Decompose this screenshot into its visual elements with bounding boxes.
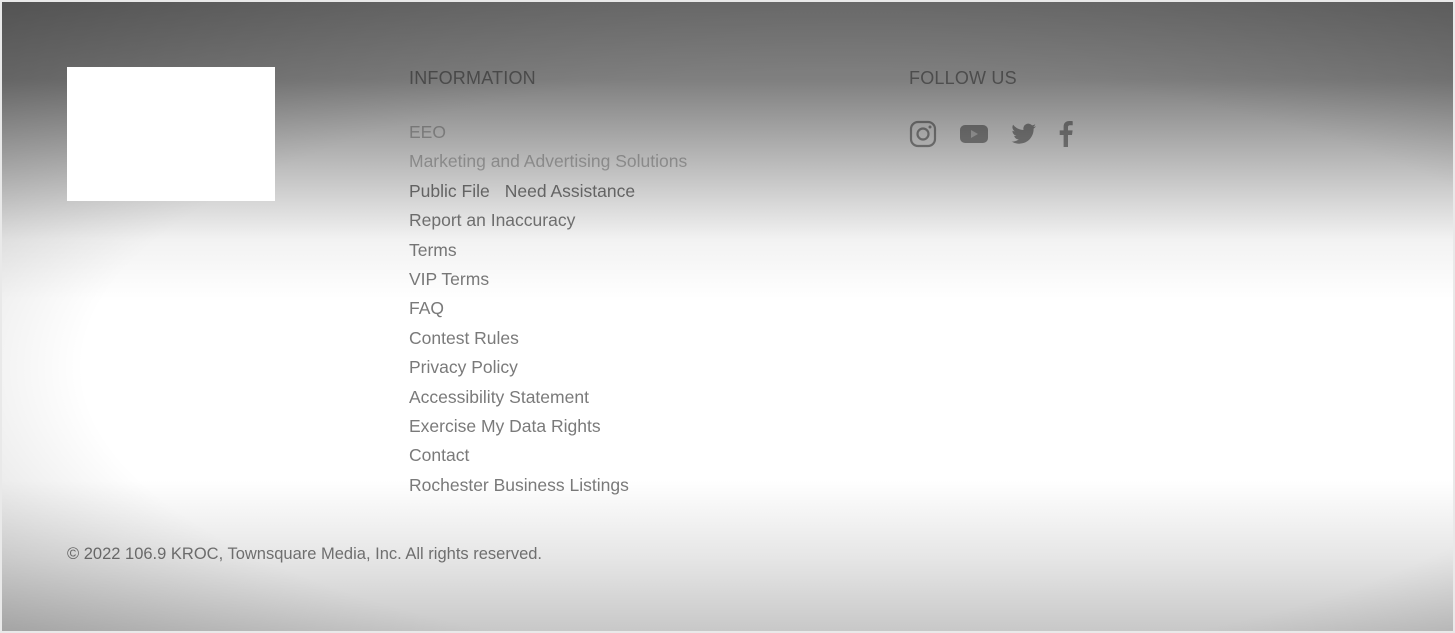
eeo-link[interactable]: EEO — [409, 122, 446, 142]
site-footer: INFORMATION FOLLOW US EEO Marketing and … — [0, 0, 1455, 633]
need-assistance-link[interactable]: Need Assistance — [505, 181, 635, 201]
contest-rules-link[interactable]: Contest Rules — [409, 328, 519, 348]
station-logo[interactable] — [67, 67, 275, 201]
report-inaccuracy-link[interactable]: Report an Inaccuracy — [409, 210, 575, 230]
footer-link-item: Rochester Business Listings — [409, 473, 687, 502]
footer-link-item: Terms — [409, 238, 687, 267]
footer-link-item: Marketing and Advertising Solutions — [409, 149, 687, 178]
copyright-text: © 2022 106.9 KROC, Townsquare Media, Inc… — [67, 545, 543, 563]
contact-link[interactable]: Contact — [409, 445, 469, 465]
marketing-solutions-link[interactable]: Marketing and Advertising Solutions — [409, 151, 687, 171]
link-separator — [496, 178, 499, 203]
data-rights-link[interactable]: Exercise My Data Rights — [409, 416, 601, 436]
information-heading: INFORMATION — [409, 68, 536, 88]
footer-link-item: Exercise My Data Rights — [409, 414, 687, 443]
footer-link-item: FAQ — [409, 296, 687, 325]
footer-link-item: Accessibility Statement — [409, 385, 687, 414]
footer-link-item: Report an Inaccuracy — [409, 208, 687, 237]
privacy-policy-link[interactable]: Privacy Policy — [409, 357, 518, 377]
footer-link-item: Privacy Policy — [409, 355, 687, 384]
vip-terms-link[interactable]: VIP Terms — [409, 269, 489, 289]
twitter-icon[interactable] — [1011, 123, 1037, 145]
faq-link[interactable]: FAQ — [409, 298, 444, 318]
business-listings-link[interactable]: Rochester Business Listings — [409, 475, 629, 495]
facebook-icon[interactable] — [1059, 121, 1073, 147]
follow-us-heading: FOLLOW US — [909, 68, 1017, 88]
footer-link-item: VIP Terms — [409, 267, 687, 296]
accessibility-statement-link[interactable]: Accessibility Statement — [409, 387, 589, 407]
social-links — [909, 120, 1073, 148]
footer-link-item: Contact — [409, 443, 687, 472]
information-links: EEO Marketing and Advertising Solutions … — [409, 120, 687, 502]
footer-link-item: EEO — [409, 120, 687, 149]
public-file-link[interactable]: Public File — [409, 181, 490, 201]
youtube-icon[interactable] — [959, 123, 989, 145]
terms-link[interactable]: Terms — [409, 240, 457, 260]
instagram-icon[interactable] — [909, 120, 937, 148]
footer-link-item: Contest Rules — [409, 326, 687, 355]
footer-link-item: Public File Need Assistance — [409, 178, 687, 208]
